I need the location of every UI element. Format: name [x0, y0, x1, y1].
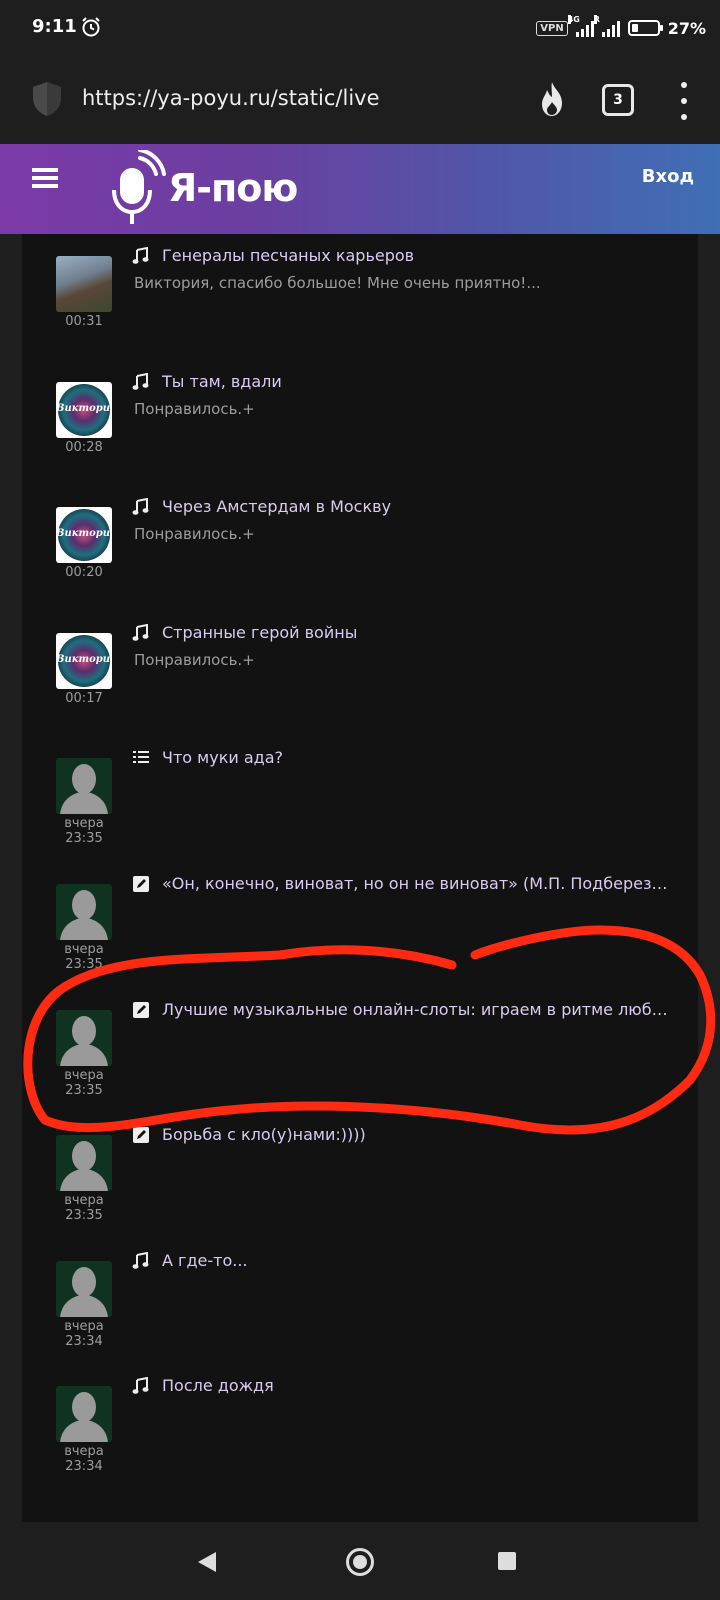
feed-item[interactable]: вчера 23:35 Что муки ада?: [22, 736, 698, 864]
signal-roaming-icon: R: [593, 15, 620, 37]
item-title-link[interactable]: Ты там, вдали: [162, 372, 682, 391]
recent-apps-icon[interactable]: [498, 1552, 516, 1570]
item-time: 00:20: [65, 565, 103, 581]
signal-icon: 4G: [567, 15, 594, 37]
menu-icon[interactable]: [674, 82, 694, 120]
item-comment: Понравилось.+: [134, 650, 255, 669]
feed-item[interactable]: Виктория 00:28 Ты там, вдали Понравилось.+: [22, 360, 698, 488]
battery-percent: 27%: [667, 18, 706, 38]
feed-item[interactable]: вчера 23:35 «Он, конечно, виноват, но он н…: [22, 862, 698, 990]
item-title-link[interactable]: Борьба с кло(у)нами:)))): [162, 1125, 682, 1144]
music-note-icon: [132, 372, 150, 391]
music-note-icon: [132, 623, 150, 642]
item-comment: Понравилось.+: [134, 399, 255, 418]
feed-item[interactable]: 00:31 Генералы песчаных карьеров Виктория,…: [22, 234, 698, 362]
music-note-icon: [132, 1251, 150, 1270]
default-avatar-icon[interactable]: [56, 1260, 112, 1317]
item-title-link[interactable]: Генералы песчаных карьеров: [162, 246, 682, 265]
item-title-link[interactable]: Лучшие музыкальные онлайн-слоты: играем …: [162, 1000, 682, 1019]
battery-icon: [627, 20, 663, 36]
item-comment: Понравилось.+: [134, 525, 255, 544]
item-time: 00:31: [65, 314, 103, 329]
login-link[interactable]: Вход: [642, 166, 694, 187]
user-avatar[interactable]: Виктория: [56, 507, 112, 564]
back-icon[interactable]: [196, 1552, 218, 1572]
vpn-badge: VPN: [536, 20, 568, 36]
item-title-link[interactable]: А где-то...: [162, 1251, 682, 1270]
item-time: вчера 23:34: [64, 1318, 104, 1349]
user-avatar[interactable]: Виктория: [56, 381, 112, 438]
list-icon: [132, 749, 150, 767]
item-title-link[interactable]: Странные герой войны: [162, 623, 682, 642]
microphone-logo-icon[interactable]: [110, 150, 166, 226]
user-avatar[interactable]: Виктория: [56, 632, 112, 689]
alarm-icon: [82, 17, 100, 37]
fire-icon[interactable]: [536, 80, 568, 118]
default-avatar-icon[interactable]: [56, 758, 112, 815]
music-note-icon: [132, 1377, 150, 1395]
item-title-link[interactable]: «Он, конечно, виноват, но он не виноват»…: [162, 874, 682, 893]
item-comment: Виктория, спасибо большое! Мне очень при…: [134, 274, 541, 292]
feed-item[interactable]: Виктория 00:20 Через Амстердам в Москву Пон…: [22, 485, 698, 613]
user-avatar[interactable]: [56, 256, 112, 312]
feed-item[interactable]: вчера 23:34 А где-то...: [22, 1239, 698, 1367]
status-icons: VPN 4G R 27%: [536, 15, 706, 40]
default-avatar-icon[interactable]: [56, 1135, 112, 1192]
item-time: вчера 23:34: [64, 1444, 104, 1475]
status-bar: 9:11 VPN 4G R 27%: [0, 0, 720, 56]
shield-icon[interactable]: [30, 80, 64, 118]
pencil-edit-icon: [132, 1126, 150, 1144]
default-avatar-icon[interactable]: [56, 884, 112, 940]
site-header: Я-пою Вход: [0, 144, 720, 234]
live-feed: 00:31 Генералы песчаных карьеров Виктория,…: [22, 234, 698, 1522]
item-time: 00:17: [65, 690, 103, 706]
default-avatar-icon[interactable]: [56, 1009, 112, 1066]
item-time: 00:28: [65, 439, 103, 455]
hamburger-icon[interactable]: [32, 168, 58, 188]
feed-item[interactable]: вчера 23:34 После дождя: [22, 1364, 698, 1492]
browser-toolbar: https://ya-poyu.ru/static/live 3: [0, 56, 720, 144]
home-icon[interactable]: [346, 1548, 374, 1576]
item-time: вчера 23:35: [64, 942, 104, 972]
item-title-link[interactable]: Через Амстердам в Москву: [162, 497, 682, 516]
item-title-link[interactable]: Что муки ада?: [162, 748, 682, 767]
pencil-edit-icon: [132, 1001, 150, 1019]
item-time: вчера 23:35: [64, 1193, 104, 1224]
feed-item[interactable]: вчера 23:35 Лучшие музыкальные онлайн-слот…: [22, 988, 698, 1116]
tab-switcher-button[interactable]: 3: [602, 84, 634, 116]
music-note-icon: [132, 246, 150, 265]
url-field[interactable]: https://ya-poyu.ru/static/live: [82, 86, 380, 110]
feed-item[interactable]: вчера 23:35 Борьба с кло(у)нами:)))): [22, 1113, 698, 1241]
system-navigation-bar: [0, 1522, 720, 1600]
default-avatar-icon[interactable]: [56, 1386, 112, 1443]
item-time: вчера 23:35: [64, 816, 104, 847]
clock: 9:11: [32, 16, 77, 37]
pencil-edit-icon: [132, 875, 150, 893]
item-time: вчера 23:35: [64, 1067, 104, 1098]
item-title-link[interactable]: После дождя: [162, 1376, 682, 1395]
feed-item[interactable]: Виктория 00:17 Странные герой войны Понрави…: [22, 611, 698, 739]
site-logo[interactable]: Я-пою: [168, 166, 298, 210]
music-note-icon: [132, 497, 150, 516]
